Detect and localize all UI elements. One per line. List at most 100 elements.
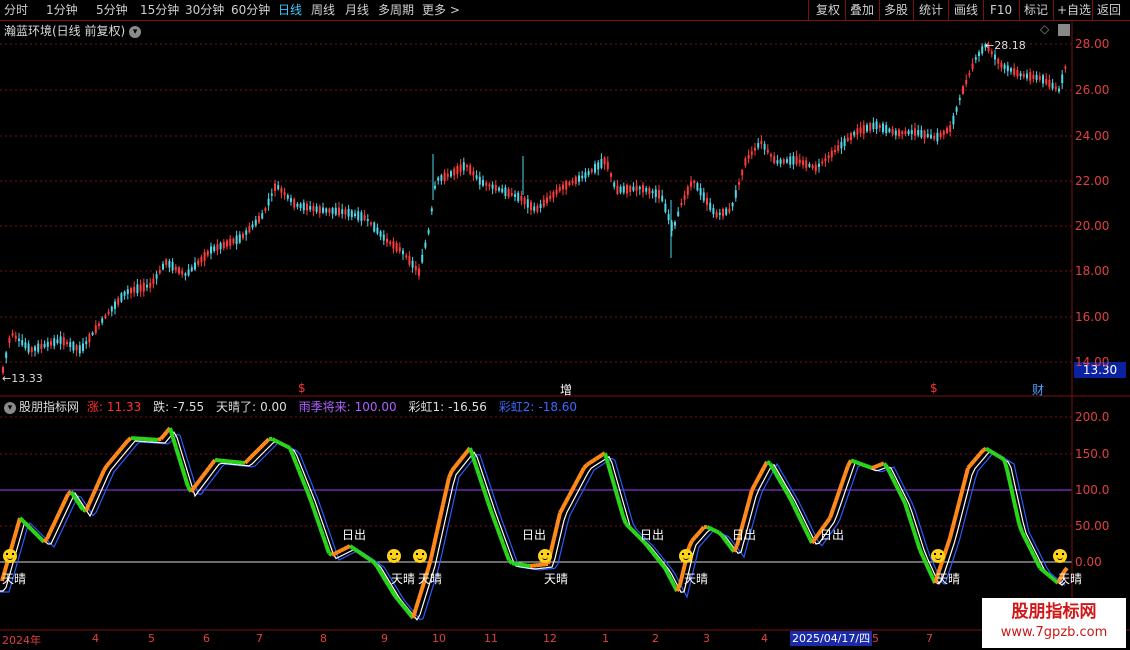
candle-body [315, 206, 318, 212]
oscillator-segment [1023, 537, 1030, 545]
chevron-down-icon[interactable]: ▾ [4, 401, 16, 414]
candle-body [136, 284, 139, 294]
oscillator-segment [1029, 549, 1036, 557]
candle-body [274, 183, 276, 191]
oscillator-segment [741, 511, 748, 524]
date-tick: 8 [320, 632, 327, 645]
candle-body [878, 125, 881, 128]
candle-body [789, 156, 792, 165]
sunrise-signal: 日出 [640, 528, 665, 542]
oscillator-segment [900, 496, 907, 504]
oscillator-segment [486, 501, 493, 512]
date-tick: 2 [652, 632, 659, 645]
oscillator-segment [957, 490, 964, 504]
oscillator-segment [318, 526, 325, 537]
candle-body [197, 260, 200, 265]
candle-body [446, 173, 449, 177]
candle-body [270, 193, 273, 196]
oscillator-segment [438, 504, 445, 519]
sunrise-signal: 日出 [820, 528, 845, 542]
oscillator-segment [774, 472, 781, 481]
candle-body [1048, 79, 1051, 88]
oscillator-segment [630, 528, 637, 535]
oscillator-segment [249, 452, 256, 459]
candle-body [514, 194, 516, 198]
oscillator-segment [706, 525, 711, 531]
candle-body [376, 227, 379, 234]
diamond-icon[interactable]: ◇ [1040, 22, 1049, 36]
candle-body [1006, 65, 1009, 72]
oscillator-segment [856, 460, 861, 466]
candle-body [651, 190, 654, 194]
oscillator-segment [972, 456, 979, 463]
candle-body [194, 262, 196, 270]
oscillator-segment [417, 588, 424, 600]
oscillator-segment [261, 440, 268, 447]
candle-body [894, 130, 897, 136]
oscillator-segment [171, 437, 178, 449]
candle-body [85, 341, 88, 345]
event-marker-finance[interactable]: 财 [1032, 381, 1044, 398]
sunny-signal: 天晴 [544, 572, 569, 586]
event-marker-increase[interactable]: 增 [560, 381, 572, 398]
oscillator-segment [750, 483, 757, 491]
oscillator-segment [744, 500, 751, 513]
oscillator-segment [990, 450, 997, 456]
oscillator-segment [921, 555, 928, 565]
oscillator-segment [924, 562, 931, 571]
oscillator-segment [1050, 576, 1057, 583]
oscillator-segment [766, 460, 771, 466]
date-tick: 4 [761, 632, 768, 645]
oscillator-segment [579, 466, 586, 475]
candle-body [686, 186, 689, 195]
oscillator-segment [555, 512, 562, 527]
candle-body [862, 125, 865, 134]
candle-body [277, 185, 280, 190]
event-marker-dividend[interactable]: $ [298, 381, 306, 395]
oscillator-segment [195, 478, 202, 485]
candle-body [14, 335, 17, 339]
indicator-tick: 150.0 [1075, 447, 1110, 461]
candle-body [917, 129, 920, 136]
smiley-icon [413, 549, 427, 563]
readout-rain: 雨季将来: 100.00 [298, 400, 397, 414]
date-tick: 5 [148, 632, 155, 645]
oscillator-segment [474, 465, 481, 476]
oscillator-segment [162, 430, 169, 437]
candle-body [549, 195, 552, 200]
candle-body [254, 219, 257, 226]
candle-body [453, 168, 456, 176]
oscillator-segment [9, 538, 16, 551]
candle-body [347, 208, 350, 217]
candle-body [462, 162, 465, 171]
candle-body [994, 54, 996, 60]
candle-body [104, 315, 107, 319]
oscillator-segment [576, 472, 583, 481]
candle-body [677, 211, 680, 216]
candle-body [942, 130, 945, 135]
candle-body [584, 172, 587, 179]
oscillator-segment [306, 492, 313, 502]
chevron-down-icon[interactable]: ▾ [129, 25, 142, 38]
oscillator-segment [627, 525, 634, 532]
candle-body [523, 197, 526, 205]
candle-body [59, 336, 62, 344]
oscillator-segment [334, 550, 339, 556]
chart-canvas[interactable] [0, 0, 1130, 650]
candle-body [824, 157, 827, 162]
readout-sunny: 天晴了: 0.00 [216, 400, 287, 414]
candle-body [536, 205, 539, 212]
candle-body [891, 128, 894, 135]
oscillator-segment [804, 529, 811, 538]
oscillator-segment [264, 437, 271, 444]
event-marker-dividend[interactable]: $ [930, 381, 938, 395]
candle-body [91, 332, 94, 335]
candle-body [469, 165, 472, 175]
candle-body [530, 201, 532, 211]
oscillator-segment [903, 502, 910, 514]
oscillator-segment [384, 580, 391, 588]
panel-menu-icon[interactable] [1058, 24, 1070, 36]
oscillator-segment [846, 459, 853, 467]
candle-body [114, 301, 116, 309]
candle-body [629, 185, 632, 192]
